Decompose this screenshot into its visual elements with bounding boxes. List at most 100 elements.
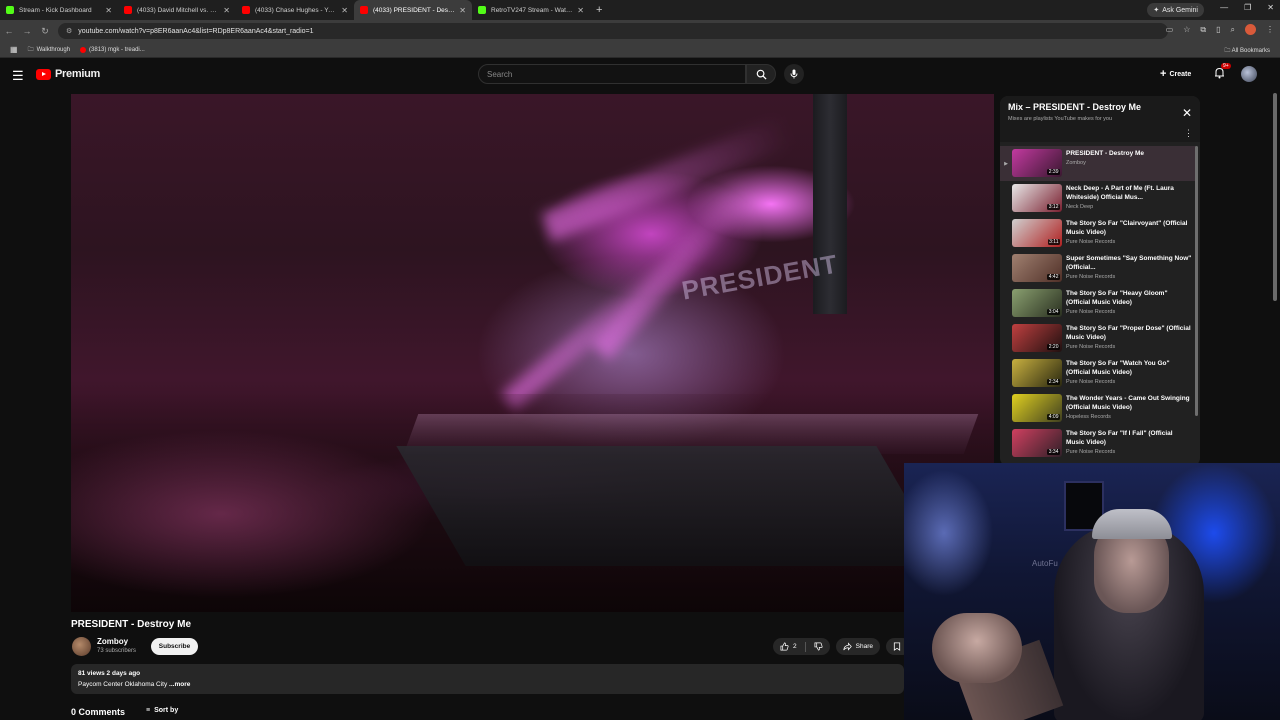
mix-item-channel: Pure Noise Records	[1066, 239, 1116, 245]
tab-search-icon[interactable]: ⌕	[1231, 25, 1235, 35]
share-button[interactable]: Share	[835, 638, 880, 655]
url-field[interactable]: ⚙ youtube.com/watch?v=p8ER6aanAc4&list=R…	[58, 23, 1168, 39]
bookmark-mgk[interactable]: (3813) mgk - treadi...	[80, 46, 145, 53]
maximize-icon[interactable]: ❐	[1244, 3, 1251, 12]
new-tab-button[interactable]: +	[590, 4, 608, 16]
mix-item-channel: Zomboy	[1066, 160, 1086, 166]
mix-list-item[interactable]: 2:34 The Story So Far "Watch You Go" (Off…	[1000, 356, 1196, 391]
mix-item-info: Super Sometimes "Say Something Now" (Off…	[1066, 251, 1192, 286]
all-bookmarks-label: All Bookmarks	[1231, 48, 1270, 54]
sort-button[interactable]: ≡ Sort by	[146, 707, 178, 714]
mix-item-info: The Story So Far "Heavy Gloom" (Official…	[1066, 286, 1192, 321]
sidebar-icon[interactable]: ▯	[1216, 25, 1220, 34]
voice-search-button[interactable]	[784, 64, 804, 84]
create-button[interactable]: + Create	[1160, 66, 1191, 82]
tab-close-icon[interactable]: ✕	[105, 6, 112, 15]
profile-avatar[interactable]	[1245, 24, 1256, 35]
reload-icon[interactable]: ↻	[36, 26, 54, 37]
mix-list-item[interactable]: 3:04 The Story So Far "Heavy Gloom" (Offi…	[1000, 286, 1196, 321]
mix-list-item[interactable]: 4:09 The Wonder Years - Came Out Swinging…	[1000, 391, 1196, 426]
tab-close-icon[interactable]: ✕	[223, 6, 230, 15]
search-input[interactable]: Search	[478, 64, 746, 84]
browser-tab[interactable]: RetroTV247 Stream - Watch Liv ✕	[472, 0, 590, 20]
video-thumbnail[interactable]: 2:39	[1012, 149, 1062, 177]
tab-favicon-icon	[6, 6, 14, 14]
tab-close-icon[interactable]: ✕	[577, 6, 584, 15]
video-duration: 3:34	[1047, 449, 1060, 455]
video-player[interactable]: PRESIDENT	[71, 94, 994, 612]
site-info-icon[interactable]: ⚙	[66, 27, 72, 35]
mix-list-item[interactable]: ▶ 2:39 PRESIDENT - Destroy Me Zomboy	[1000, 146, 1196, 181]
more-options-icon[interactable]: ⋮	[1184, 128, 1193, 139]
mix-list-item[interactable]: 3:11 The Story So Far "Clairvoyant" (Offi…	[1000, 216, 1196, 251]
bookmark-walkthrough[interactable]: 🗀 Walkthrough	[28, 45, 70, 55]
thumbs-up-icon	[780, 642, 789, 651]
tab-close-icon[interactable]: ✕	[459, 6, 466, 15]
video-actions: 2 Share S	[773, 638, 912, 655]
thumbs-down-icon[interactable]	[814, 642, 823, 651]
tab-title: (4033) PRESIDENT - Destroy Me	[373, 6, 456, 14]
search-button[interactable]	[746, 64, 776, 84]
description-box[interactable]: 81 views 2 days ago Paycom Center Oklaho…	[71, 664, 904, 694]
folder-icon: 🗀	[27, 46, 34, 53]
mix-list-item[interactable]: 4:42 Super Sometimes "Say Something Now" …	[1000, 251, 1196, 286]
ask-gemini-button[interactable]: ✦ Ask Gemini	[1147, 3, 1204, 17]
mix-item-title: The Story So Far "Watch You Go" (Officia…	[1066, 360, 1170, 376]
video-thumbnail[interactable]: 2:20	[1012, 324, 1062, 352]
channel-avatar[interactable]	[72, 637, 91, 656]
mix-item-channel: Hopeless Records	[1066, 414, 1111, 420]
all-bookmarks[interactable]: 🗀 All Bookmarks	[1224, 46, 1270, 56]
mix-item-channel: Pure Noise Records	[1066, 309, 1116, 315]
menu-icon[interactable]: ☰	[12, 68, 24, 84]
tab-close-icon[interactable]: ✕	[341, 6, 348, 15]
browser-tab[interactable]: (4033) David Mitchell vs. Bob M ✕	[118, 0, 236, 20]
close-icon[interactable]: ✕	[1182, 106, 1192, 120]
cast-icon[interactable]: ▭	[1166, 25, 1174, 34]
video-thumbnail[interactable]: 4:42	[1012, 254, 1062, 282]
minimize-icon[interactable]: —	[1220, 3, 1228, 12]
bookmark-star-icon[interactable]: ☆	[1183, 25, 1190, 34]
mix-scrollbar[interactable]	[1195, 146, 1198, 416]
video-thumbnail[interactable]: 2:34	[1012, 359, 1062, 387]
mix-item-title: Super Sometimes "Say Something Now" (Off…	[1066, 255, 1192, 271]
account-avatar[interactable]	[1241, 66, 1257, 82]
mix-list-item[interactable]: 3:12 Neck Deep - A Part of Me (Ft. Laura …	[1000, 181, 1196, 216]
like-button[interactable]: 2	[773, 638, 830, 655]
tab-favicon-icon	[360, 6, 368, 14]
mix-item-title: The Story So Far "If I Fall" (Official M…	[1066, 430, 1173, 446]
forward-icon[interactable]: →	[18, 26, 36, 36]
back-icon[interactable]: ←	[0, 26, 18, 36]
mix-item-channel: Neck Deep	[1066, 204, 1094, 210]
video-thumbnail[interactable]: 3:12	[1012, 184, 1062, 212]
video-thumbnail[interactable]: 3:34	[1012, 429, 1062, 457]
drag-handle	[1000, 216, 1012, 251]
light-beam	[541, 116, 794, 242]
browser-menu-icon[interactable]: ⋮	[1266, 25, 1274, 34]
extensions-icon[interactable]: ⧉	[1200, 25, 1206, 35]
mix-item-info: PRESIDENT - Destroy Me Zomboy	[1066, 146, 1192, 181]
youtube-logo[interactable]: Premium	[36, 68, 100, 80]
video-thumbnail[interactable]: 3:11	[1012, 219, 1062, 247]
browser-tab[interactable]: (4033) Chase Hughes - YouTube ✕	[236, 0, 354, 20]
close-window-icon[interactable]: ✕	[1267, 3, 1274, 12]
drag-handle	[1000, 251, 1012, 286]
apps-icon[interactable]: ▦	[10, 45, 18, 54]
video-thumbnail[interactable]: 4:09	[1012, 394, 1062, 422]
mix-list-item[interactable]: 2:20 The Story So Far "Proper Dose" (Offi…	[1000, 321, 1196, 356]
drag-handle	[1000, 356, 1012, 391]
more-link[interactable]: ...more	[169, 681, 190, 688]
mix-list-item[interactable]: 3:34 The Story So Far "If I Fall" (Offici…	[1000, 426, 1196, 461]
notifications-button[interactable]: 9+	[1214, 63, 1231, 79]
window-controls: — ❐ ✕	[1220, 3, 1274, 12]
mix-item-info: The Story So Far "Clairvoyant" (Official…	[1066, 216, 1192, 251]
page-scrollbar[interactable]	[1273, 93, 1277, 301]
mix-item-title: Neck Deep - A Part of Me (Ft. Laura Whit…	[1066, 185, 1174, 201]
gemini-icon: ✦	[1153, 7, 1160, 14]
tab-favicon-icon	[478, 6, 486, 14]
now-playing-icon: ▶	[1004, 160, 1008, 167]
subscribe-button[interactable]: Subscribe	[151, 638, 198, 655]
video-thumbnail[interactable]: 3:04	[1012, 289, 1062, 317]
channel-name[interactable]: Zomboy	[97, 637, 128, 646]
browser-tab[interactable]: (4033) PRESIDENT - Destroy Me✕	[354, 0, 472, 20]
browser-tab[interactable]: Stream - Kick Dashboard ✕	[0, 0, 118, 20]
